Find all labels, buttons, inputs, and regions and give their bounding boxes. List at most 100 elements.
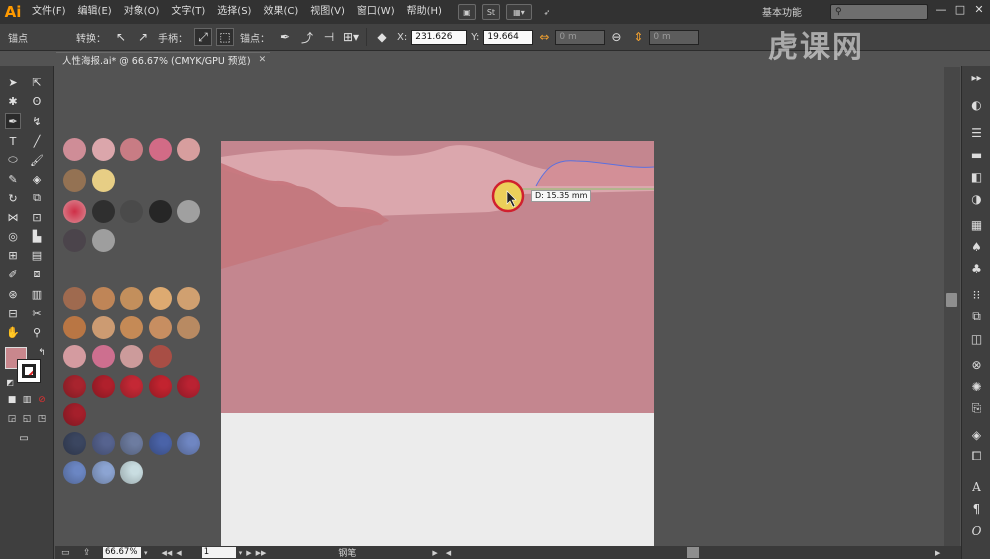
perspective-grid-tool-icon[interactable]: ▙ — [29, 228, 45, 244]
color-swatch[interactable] — [91, 345, 115, 368]
color-swatch[interactable] — [91, 138, 115, 161]
menu-view[interactable]: 视图(V) — [304, 0, 351, 24]
cut-path-icon[interactable]: ⊣ — [320, 28, 338, 46]
menu-object[interactable]: 对象(O) — [118, 0, 166, 24]
menu-effect[interactable]: 效果(C) — [257, 0, 304, 24]
color-swatch[interactable] — [91, 316, 115, 339]
lasso-tool-icon[interactable]: ʘ — [29, 93, 45, 109]
vertical-scroll-thumb[interactable] — [946, 293, 957, 307]
color-swatch[interactable] — [120, 138, 143, 161]
paragraph-panel-icon[interactable]: ¶ — [968, 500, 985, 517]
color-swatch[interactable] — [120, 345, 143, 368]
color-swatch[interactable] — [120, 200, 143, 223]
blend-tool-icon[interactable]: ⧈ — [29, 266, 45, 282]
eraser-tool-icon[interactable]: ◈ — [29, 171, 45, 187]
stroke-panel-icon[interactable]: ▬ — [968, 146, 985, 163]
convert-to-smooth-icon[interactable]: ↗ — [134, 28, 152, 46]
swatches-panel-icon[interactable]: ▦ — [968, 216, 985, 233]
first-artboard-icon[interactable]: ◀◀ — [162, 549, 173, 557]
default-fill-stroke-icon[interactable]: ◩ — [2, 374, 18, 390]
color-swatch[interactable] — [120, 316, 143, 339]
color-swatch[interactable] — [148, 287, 172, 310]
draw-normal-icon[interactable]: ◲ — [4, 411, 20, 427]
transparency-panel-icon[interactable]: ◧ — [968, 168, 985, 185]
zoom-dropdown-icon[interactable]: ▾ — [144, 549, 148, 557]
color-swatch[interactable] — [177, 316, 200, 339]
remove-anchor-icon[interactable]: ✒ — [276, 28, 294, 46]
brushes-panel-icon[interactable]: ♠ — [968, 238, 985, 255]
color-swatch[interactable] — [120, 287, 143, 310]
links-panel-icon[interactable]: ⊗ — [968, 356, 985, 373]
link-icon[interactable]: ⊖ — [607, 28, 625, 46]
color-swatch[interactable] — [120, 375, 143, 398]
scale-tool-icon[interactable]: ⧉ — [29, 190, 45, 206]
export-panel-icon[interactable]: ⎘ — [968, 400, 985, 417]
color-swatch[interactable] — [148, 375, 172, 398]
draw-behind-icon[interactable]: ◱ — [19, 411, 35, 427]
direct-selection-tool-icon[interactable]: ⇱ — [29, 74, 45, 90]
color-swatch[interactable] — [91, 375, 115, 398]
color-swatch[interactable] — [63, 403, 86, 426]
color-swatch[interactable] — [63, 138, 86, 161]
color-swatch[interactable] — [63, 287, 86, 310]
color-swatch[interactable] — [177, 200, 200, 223]
color-swatch[interactable] — [91, 287, 115, 310]
status-export-icon[interactable]: ▭ — [61, 548, 70, 558]
search-stock-input[interactable]: ⚲ — [830, 4, 928, 20]
color-swatch[interactable] — [63, 169, 86, 192]
color-swatch[interactable] — [63, 461, 86, 484]
x-field[interactable]: 231.626 — [411, 29, 468, 45]
color-swatch[interactable] — [63, 316, 86, 339]
isolate-path-icon[interactable]: ⊞▾ — [342, 28, 360, 46]
ellipse-tool-icon[interactable]: ⬭ — [5, 152, 21, 168]
height-field[interactable]: 0 m — [649, 29, 700, 45]
scroll-right-icon[interactable]: ▶ — [935, 549, 940, 557]
color-swatch[interactable] — [177, 138, 200, 161]
color-swatch[interactable] — [63, 375, 86, 398]
width-tool-icon[interactable]: ⋈ — [5, 209, 21, 225]
bridge-icon[interactable]: ▣ — [457, 4, 476, 20]
color-swatch[interactable] — [91, 200, 115, 223]
artboards-panel-icon[interactable]: ✺ — [968, 378, 985, 395]
close-tab-icon[interactable]: ✕ — [259, 55, 267, 65]
color-swatch[interactable] — [120, 432, 143, 455]
gradient-mode-icon[interactable]: ▥ — [19, 392, 35, 408]
close-button[interactable]: ✕ — [972, 3, 986, 17]
color-panel-icon[interactable]: ◐ — [968, 96, 985, 113]
color-swatch[interactable] — [91, 229, 115, 252]
artboard[interactable] — [221, 141, 654, 559]
draw-inside-icon[interactable]: ◳ — [34, 411, 50, 427]
color-swatch[interactable] — [63, 229, 86, 252]
status-info-arrow-icon[interactable]: ▶ — [432, 549, 437, 557]
menu-file[interactable]: 文件(F) — [26, 0, 72, 24]
color-swatch[interactable] — [91, 461, 115, 484]
paintbrush-tool-icon[interactable]: 🖌 — [29, 152, 45, 168]
gradient-tool-icon[interactable]: ▤ — [29, 247, 45, 263]
selection-tool-icon[interactable]: ➤ — [5, 74, 21, 90]
convert-to-corner-icon[interactable]: ↖ — [112, 28, 130, 46]
prev-artboard-icon[interactable]: ◀ — [176, 549, 181, 557]
none-mode-icon[interactable]: ⊘ — [34, 392, 50, 408]
transform-panel-icon[interactable]: ⁝⁝ — [968, 286, 985, 303]
artboard-number-field[interactable]: 1 — [201, 547, 236, 558]
column-graph-tool-icon[interactable]: ▥ — [29, 286, 45, 302]
color-mode-icon[interactable]: ■ — [4, 392, 20, 408]
hide-handles-icon[interactable]: ⬚ — [216, 28, 234, 46]
color-swatch[interactable] — [63, 345, 86, 368]
mesh-tool-icon[interactable]: ⊞ — [5, 247, 21, 263]
shape-builder-tool-icon[interactable]: ◎ — [5, 228, 21, 244]
artboard-tool-icon[interactable]: ⊟ — [5, 305, 21, 321]
asset-export-panel-icon[interactable]: ⧠ — [968, 448, 985, 465]
y-field[interactable]: 19.664 — [483, 29, 534, 45]
graphic-styles-panel-icon[interactable]: ◫ — [968, 330, 985, 347]
slice-tool-icon[interactable]: ✂ — [29, 305, 45, 321]
symbol-sprayer-tool-icon[interactable]: ⊛ — [5, 286, 21, 302]
menu-window[interactable]: 窗口(W) — [351, 0, 401, 24]
color-swatch[interactable] — [63, 432, 86, 455]
opentype-panel-icon[interactable]: O — [968, 522, 985, 539]
color-swatch[interactable] — [91, 432, 115, 455]
color-swatch[interactable] — [148, 345, 172, 368]
color-swatch[interactable] — [91, 169, 115, 192]
menu-edit[interactable]: 编辑(E) — [72, 0, 118, 24]
artboard-dropdown-icon[interactable]: ▾ — [239, 549, 243, 557]
